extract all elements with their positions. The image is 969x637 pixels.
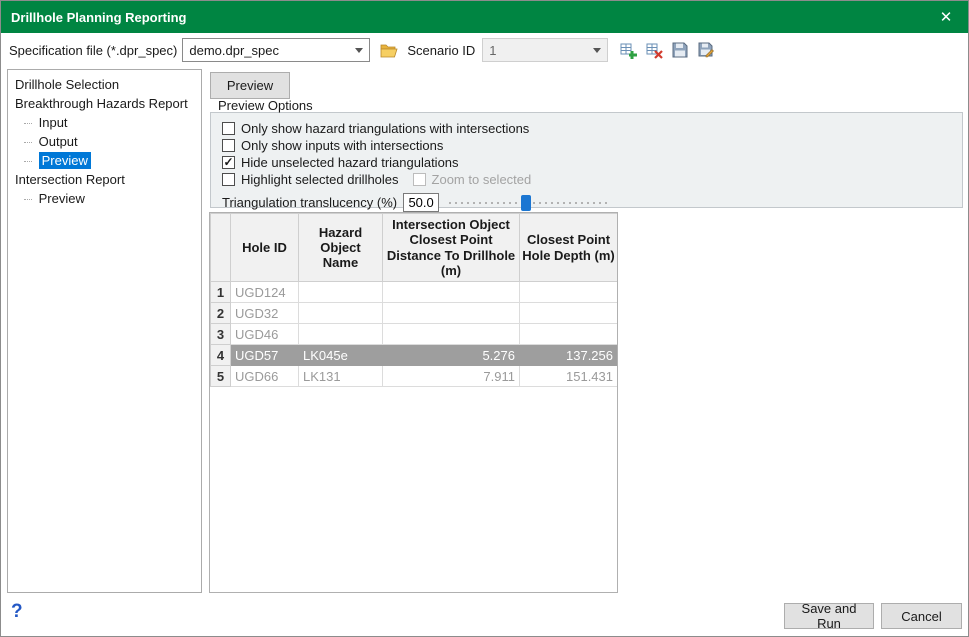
distance-cell[interactable]: 7.911 [383,366,520,387]
toolbar: Specification file (*.dpr_spec) demo.dpr… [1,35,968,65]
depth-cell[interactable] [520,282,618,303]
translucency-input[interactable] [403,193,439,212]
hole-id-cell[interactable]: UGD57 [231,345,299,366]
hole-id-cell[interactable]: UGD46 [231,324,299,345]
window-title: Drillhole Planning Reporting [11,10,187,25]
column-header-intersection-distance: Intersection Object Closest Point Distan… [383,214,520,282]
save-scenario-icon [672,42,688,58]
folder-open-icon [380,43,398,58]
depth-cell[interactable]: 151.431 [520,366,618,387]
preview-options-group: Preview Options Only show hazard triangu… [210,112,963,208]
checkbox-label: Only show hazard triangulations with int… [241,121,529,136]
tree-branch-line [24,199,32,200]
checkbox-label: Only show inputs with intersections [241,138,443,153]
sidebar-item-output[interactable]: Output [8,132,201,151]
spec-file-combobox[interactable]: demo.dpr_spec [182,38,370,62]
table-row[interactable]: 5 UGD66 LK131 7.911 151.431 [211,366,618,387]
spec-file-label: Specification file (*.dpr_spec) [9,43,177,58]
sidebar-item-preview[interactable]: Preview [8,151,201,170]
checkbox-only-hazard-intersections[interactable] [222,122,235,135]
chevron-down-icon [355,48,363,53]
table-row[interactable]: 3 UGD46 [211,324,618,345]
cancel-button[interactable]: Cancel [881,603,962,629]
selected-tree-label: Preview [39,152,91,169]
distance-cell[interactable] [383,282,520,303]
sidebar-item-drillhole-selection[interactable]: Drillhole Selection [8,75,201,94]
save-as-scenario-icon [698,42,714,58]
hole-id-cell[interactable]: UGD124 [231,282,299,303]
depth-cell[interactable] [520,303,618,324]
row-number-cell[interactable]: 5 [211,366,231,387]
table-corner-cell [211,214,231,282]
checkbox-zoom-to-selected[interactable] [413,173,426,186]
row-number-cell[interactable]: 4 [211,345,231,366]
group-title: Preview Options [216,98,315,113]
close-button[interactable]: ✕ [924,1,968,33]
checkbox-label: Zoom to selected [432,172,532,187]
tree-branch-line [24,161,32,162]
remove-scenario-icon [646,42,663,59]
depth-cell[interactable] [520,324,618,345]
checkbox-hide-unselected[interactable] [222,156,235,169]
save-and-run-button[interactable]: Save and Run [784,603,874,629]
sidebar-item-intersection-report[interactable]: Intersection Report [8,170,201,189]
scenario-id-label: Scenario ID [407,43,475,58]
translucency-slider[interactable] [449,194,609,212]
row-number-cell[interactable]: 1 [211,282,231,303]
checkbox-highlight-selected[interactable] [222,173,235,186]
hazard-cell[interactable] [299,303,383,324]
sidebar-item-intersection-preview[interactable]: Preview [8,189,201,208]
distance-cell[interactable] [383,303,520,324]
sidebar-item-input[interactable]: Input [8,113,201,132]
hazard-cell[interactable]: LK045e [299,345,383,366]
table-row-selected[interactable]: 4 UGD57 LK045e 5.276 137.256 [211,345,618,366]
table-row[interactable]: 1 UGD124 [211,282,618,303]
hazard-cell[interactable]: LK131 [299,366,383,387]
results-table: Hole ID Hazard Object Name Intersection … [209,212,618,593]
sidebar-item-breakthrough-hazards-report[interactable]: Breakthrough Hazards Report [8,94,201,113]
close-icon: ✕ [940,8,953,26]
checkbox-only-inputs-intersections[interactable] [222,139,235,152]
scenario-id-combobox[interactable]: 1 [482,38,608,62]
depth-cell[interactable]: 137.256 [520,345,618,366]
row-number-cell[interactable]: 2 [211,303,231,324]
translucency-label: Triangulation translucency (%) [222,195,397,210]
column-header-closest-point-depth: Closest Point Hole Depth (m) [520,214,618,282]
distance-cell[interactable]: 5.276 [383,345,520,366]
column-header-hole-id: Hole ID [231,214,299,282]
table-row[interactable]: 2 UGD32 [211,303,618,324]
help-button[interactable]: ? [11,601,23,623]
chevron-down-icon [593,48,601,53]
help-icon: ? [11,601,23,622]
row-number-cell[interactable]: 3 [211,324,231,345]
save-scenario-button[interactable] [670,40,690,60]
open-spec-button[interactable] [379,40,399,60]
preview-button[interactable]: Preview [210,72,290,99]
navigation-tree: Drillhole Selection Breakthrough Hazards… [7,69,202,593]
remove-scenario-button[interactable] [644,40,664,60]
tree-branch-line [24,142,32,143]
hole-id-cell[interactable]: UGD32 [231,303,299,324]
titlebar: Drillhole Planning Reporting ✕ [1,1,968,33]
hole-id-cell[interactable]: UGD66 [231,366,299,387]
slider-handle[interactable] [521,195,531,211]
add-scenario-icon [620,42,637,59]
spec-file-value: demo.dpr_spec [189,43,279,58]
table-header-row: Hole ID Hazard Object Name Intersection … [211,214,618,282]
distance-cell[interactable] [383,324,520,345]
hazard-cell[interactable] [299,324,383,345]
save-as-scenario-button[interactable] [696,40,716,60]
tree-branch-line [24,123,32,124]
add-scenario-button[interactable] [618,40,638,60]
checkbox-label: Hide unselected hazard triangulations [241,155,459,170]
scenario-id-value: 1 [489,43,496,58]
column-header-hazard-object-name: Hazard Object Name [299,214,383,282]
checkbox-label: Highlight selected drillholes [241,172,399,187]
hazard-cell[interactable] [299,282,383,303]
